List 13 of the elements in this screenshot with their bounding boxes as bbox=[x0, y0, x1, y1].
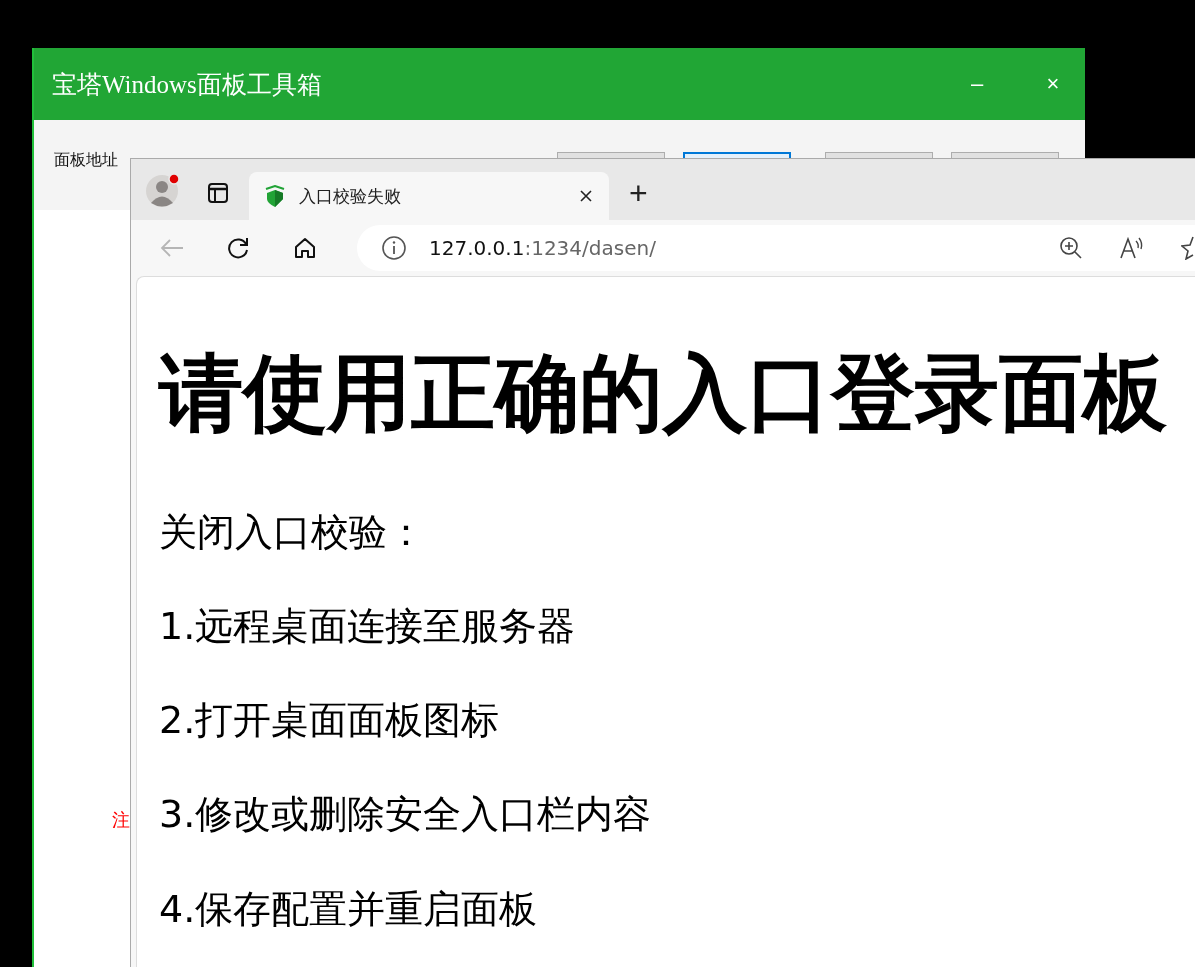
instruction-text: 1.远程桌面连接至服务器 bbox=[159, 603, 577, 650]
instruction-text: 4.保存配置并重启面板 bbox=[159, 885, 539, 933]
browser-tab[interactable]: 入口校验失败 bbox=[249, 172, 609, 220]
url-text: 127.0.0.1:1234/dasen/ bbox=[429, 236, 656, 260]
page-heading: 请使用正确的入口登录面板 bbox=[159, 343, 1168, 444]
window-title: 宝塔Windows面板工具箱 bbox=[52, 69, 323, 100]
note-text: 注 bbox=[112, 809, 130, 832]
address-bar[interactable]: 127.0.0.1:1234/dasen/ bbox=[357, 225, 1195, 271]
instruction-text: 关闭入口校验： bbox=[159, 508, 426, 556]
new-tab-button[interactable]: + bbox=[623, 175, 654, 212]
instruction-text: 3.修改或删除安全入口栏内容 bbox=[159, 791, 653, 839]
field-label: 面板地址 bbox=[54, 150, 118, 171]
instruction-text: 2.打开桌面面板图标 bbox=[159, 697, 501, 745]
